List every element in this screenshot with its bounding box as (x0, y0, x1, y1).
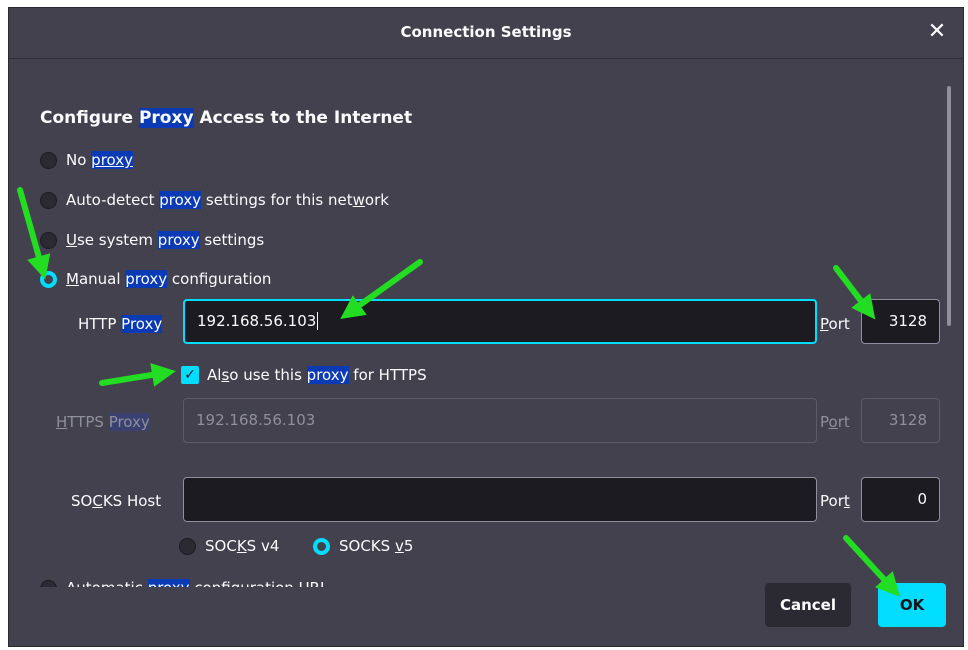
socks-host-label: SOCKS Host (71, 492, 162, 510)
heading-text-post: Access to the Internet (193, 108, 413, 128)
radio-option-no-proxy[interactable]: No proxy (40, 149, 134, 171)
https-port-label: Port (820, 413, 850, 431)
radio-button[interactable] (40, 231, 57, 249)
radio-option-manual-proxy[interactable]: Manual proxy configuration (40, 268, 271, 290)
socks-host-input[interactable] (183, 477, 817, 522)
option-label: Automatic proxy configuration URL (66, 579, 328, 587)
ok-button[interactable]: OK (878, 583, 946, 627)
https-port-input[interactable]: 3128 (861, 398, 940, 443)
http-port-input[interactable]: 3128 (861, 299, 940, 344)
close-icon[interactable]: ✕ (925, 18, 949, 46)
https-proxy-label: HTTPS Proxy (56, 413, 150, 431)
socks-port-input[interactable]: 0 (861, 477, 940, 522)
dialog-title: Connection Settings (400, 23, 572, 41)
connection-settings-dialog: Connection Settings ✕ Configure Proxy Ac… (8, 7, 964, 647)
radio-option-system-proxy[interactable]: Use system proxy settings (40, 229, 264, 251)
option-label: Auto-detect proxy settings for this netw… (66, 191, 389, 209)
option-label: Use system proxy settings (66, 231, 265, 249)
section-heading: Configure Proxy Access to the Internet (40, 108, 412, 128)
dialog-titlebar: Connection Settings ✕ (9, 8, 963, 59)
radio-socks-v5[interactable]: SOCKS v5 (313, 535, 413, 557)
cancel-button[interactable]: Cancel (765, 583, 851, 627)
heading-highlight: Proxy (138, 108, 194, 128)
http-proxy-label: HTTP Proxy (78, 315, 163, 333)
https-proxy-input[interactable]: 192.168.56.103 (183, 398, 817, 443)
http-proxy-input[interactable]: 192.168.56.103 (183, 299, 817, 344)
socks-port-label: Port (820, 492, 850, 510)
radio-socks-v4[interactable]: SOCKS v4 (179, 535, 279, 557)
radio-option-auto-detect[interactable]: Auto-detect proxy settings for this netw… (40, 189, 389, 211)
heading-text-pre: Configure (40, 108, 139, 128)
also-https-label: Also use this proxy for HTTPS (207, 366, 427, 384)
option-label: SOCKS v4 (205, 537, 280, 555)
radio-option-auto-url[interactable]: Automatic proxy configuration URL (40, 573, 328, 587)
radio-button[interactable] (40, 580, 57, 587)
http-port-label: Port (820, 315, 850, 333)
scrollbar-thumb[interactable] (947, 86, 951, 326)
text-cursor (317, 312, 319, 330)
radio-button[interactable] (40, 191, 57, 209)
radio-button[interactable] (179, 537, 196, 555)
radio-button-selected[interactable] (40, 270, 57, 288)
radio-button-selected[interactable] (313, 537, 330, 555)
also-https-checkbox[interactable]: ✓ (181, 366, 199, 384)
option-label: Manual proxy configuration (66, 270, 272, 288)
radio-button[interactable] (40, 151, 57, 169)
option-label: No proxy (66, 151, 134, 169)
option-label: SOCKS v5 (339, 537, 414, 555)
